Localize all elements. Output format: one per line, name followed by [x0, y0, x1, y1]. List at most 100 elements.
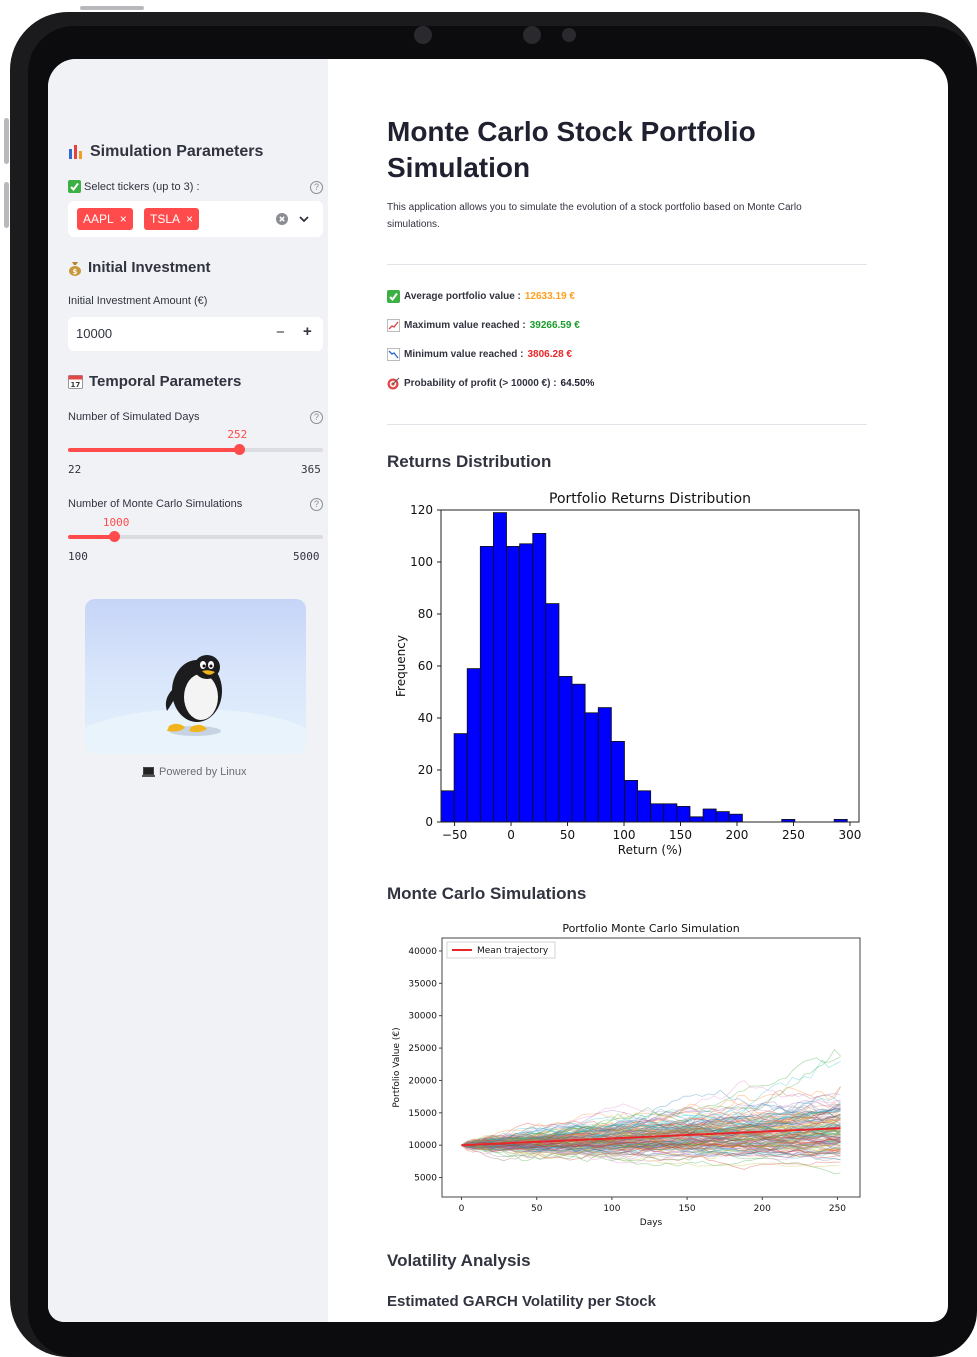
bar-chart-icon — [69, 145, 82, 159]
x-axis-label: Days — [640, 1218, 663, 1228]
app-screen: Simulation Parameters Select tickers (up… — [48, 59, 948, 1322]
days-slider-fill — [68, 448, 240, 452]
histogram-bar — [715, 811, 730, 823]
investment-input[interactable]: 10000 − + — [68, 317, 323, 351]
linux-image — [85, 599, 306, 754]
stat-value: 39266.59 € — [529, 320, 580, 331]
initial-investment-header: $ Initial Investment — [68, 259, 211, 276]
penguin-icon — [85, 655, 306, 754]
x-axis-label: Return (%) — [618, 843, 682, 857]
investment-label: Initial Investment Amount (€) — [68, 295, 208, 307]
days-label: Number of Simulated Days — [68, 411, 200, 423]
ticker-multiselect[interactable]: AAPL × TSLA × — [68, 201, 323, 237]
histogram-bar — [453, 733, 468, 823]
returns-histogram: Portfolio Returns Distribution −50 0 50 100 1… — [394, 491, 861, 857]
chevron-down-icon[interactable] — [298, 214, 310, 224]
close-icon[interactable]: × — [186, 212, 193, 226]
histogram-bar — [571, 683, 586, 823]
help-icon[interactable]: ? — [310, 181, 323, 194]
stat-label: Probability of profit (> 10000 €) : — [404, 378, 557, 389]
stat-value: 3806.28 € — [527, 349, 572, 360]
y-axis-label: Frequency — [394, 635, 408, 697]
sim-params-header: Simulation Parameters — [68, 143, 263, 161]
plus-icon[interactable]: + — [303, 323, 312, 340]
histogram-bar — [466, 668, 481, 823]
histogram-bar — [440, 790, 455, 823]
sensor-icon — [562, 28, 576, 42]
histogram-bar — [624, 779, 638, 823]
stat-minimum: Minimum value reached : 3806.28 € — [387, 348, 572, 361]
y-tick-label: 100 — [410, 555, 433, 569]
sims-slider-fill — [68, 535, 115, 539]
histogram-bar — [532, 533, 547, 823]
histogram-bar — [545, 603, 560, 823]
histogram-bar — [493, 512, 507, 823]
chart-down-icon — [387, 348, 400, 361]
histogram-bar — [676, 805, 691, 823]
histogram-bar — [479, 546, 494, 823]
x-tick-label: 50 — [560, 828, 575, 842]
x-tick-label: 150 — [669, 828, 692, 842]
x-tick-label: 50 — [531, 1204, 543, 1214]
laptop-icon — [142, 766, 155, 777]
temporal-title: Temporal Parameters — [89, 373, 242, 390]
x-tick-label: 100 — [603, 1204, 620, 1214]
y-tick-label: 120 — [410, 503, 433, 517]
days-slider-thumb[interactable] — [233, 444, 245, 455]
histogram-bar — [650, 803, 665, 823]
returns-section-title: Returns Distribution — [387, 452, 552, 471]
stat-label: Maximum value reached : — [404, 320, 526, 331]
histogram-bar — [689, 816, 704, 823]
initial-title: Initial Investment — [88, 259, 211, 276]
chart-title: Portfolio Returns Distribution — [549, 491, 751, 507]
y-tick-label: 80 — [418, 607, 433, 621]
days-max: 365 — [301, 463, 321, 476]
camera-icon — [414, 26, 432, 44]
help-icon[interactable]: ? — [310, 498, 323, 511]
histogram-bar — [558, 675, 573, 823]
powered-label: Powered by Linux — [159, 766, 247, 778]
x-tick-label: 200 — [754, 1204, 771, 1214]
stat-label: Minimum value reached : — [404, 349, 524, 360]
sim-params-title: Simulation Parameters — [90, 143, 264, 160]
volatility-section-title: Volatility Analysis — [387, 1251, 531, 1270]
stat-probability: Probability of profit (> 10000 €) : 64.5… — [387, 377, 594, 390]
calendar-icon: 17 — [68, 375, 83, 389]
y-tick-label: 15000 — [408, 1109, 437, 1119]
histogram-bar — [584, 712, 599, 823]
check-box-icon — [387, 290, 400, 303]
money-bag-icon: $ — [69, 261, 81, 276]
investment-value[interactable]: 10000 — [76, 326, 112, 341]
temporal-header: 17 Temporal Parameters — [68, 373, 241, 390]
minus-icon[interactable]: − — [276, 324, 285, 341]
simulation-paths — [461, 1049, 841, 1175]
clear-icon[interactable] — [276, 213, 288, 225]
x-tick-label: −50 — [442, 828, 467, 842]
sims-min: 100 — [68, 550, 88, 563]
ticker-label: Select tickers (up to 3) : — [84, 180, 200, 193]
ticker-chip-tsla[interactable]: TSLA × — [144, 208, 200, 230]
y-tick-label: 20 — [418, 763, 433, 777]
y-axis-label: Portfolio Value (€) — [392, 1027, 402, 1107]
sims-slider-thumb[interactable] — [109, 531, 121, 542]
histogram-bar — [728, 813, 743, 823]
y-tick-label: 60 — [418, 659, 433, 673]
main-content: Monte Carlo Stock Portfolio Simulation T… — [387, 59, 927, 1322]
check-box-icon — [68, 180, 81, 193]
chip-label: TSLA — [150, 212, 181, 226]
stat-value: 64.50% — [560, 378, 595, 389]
y-tick-label: 30000 — [408, 1012, 437, 1022]
histogram-bar — [637, 790, 652, 823]
help-icon[interactable]: ? — [310, 411, 323, 424]
histogram-bar — [610, 740, 625, 823]
legend-label: Mean trajectory — [477, 946, 549, 956]
x-tick-label: 250 — [782, 828, 805, 842]
camera-icon — [523, 26, 541, 44]
x-tick-label: 150 — [678, 1204, 695, 1214]
page-title: Monte Carlo Stock Portfolio Simulation — [387, 116, 756, 184]
x-tick-label: 250 — [829, 1204, 846, 1214]
chip-label: AAPL — [83, 212, 114, 226]
y-tick-label: 5000 — [414, 1174, 437, 1184]
close-icon[interactable]: × — [120, 212, 127, 226]
ticker-chip-aapl[interactable]: AAPL × — [77, 208, 133, 230]
